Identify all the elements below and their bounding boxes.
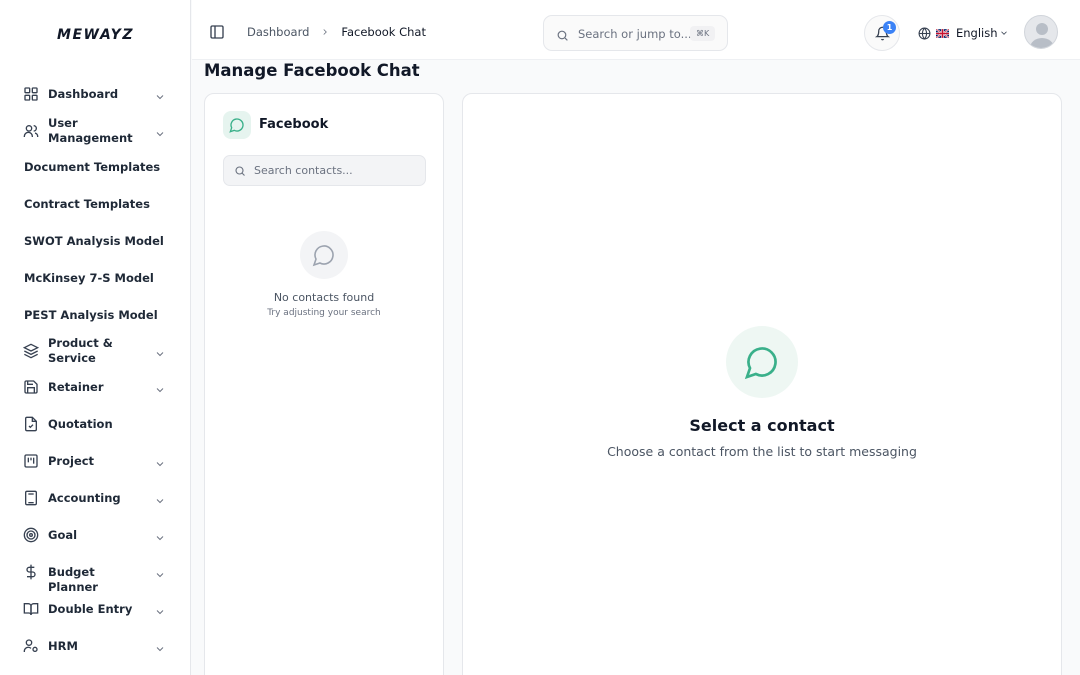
app-logo[interactable]: MEWAYZ [0,0,191,70]
language-selector[interactable]: English [918,24,1009,42]
sidebar-item-double-entry[interactable]: Double Entry [0,599,191,619]
sidebar-item-label: Retainer [48,380,104,394]
logo-text: MEWAYZ [57,27,134,43]
facebook-chat-icon [223,111,251,139]
avatar-placeholder-icon [1030,23,1054,48]
sidebar-item-accounting[interactable]: Accounting [0,488,191,508]
sidebar-item-label: Dashboard [48,87,119,101]
sidebar-item-label: Contract Templates [24,197,150,211]
breadcrumb-current: Facebook Chat [341,25,426,39]
contacts-search-box [223,155,426,186]
contacts-panel: Facebook No contacts found Try adjusting… [204,93,444,675]
layers-icon [23,343,39,359]
sidebar-toggle-icon[interactable] [209,24,225,40]
user-avatar[interactable] [1024,15,1058,49]
sidebar-item-label: Budget Planner [48,565,98,594]
sidebar-item-label: Accounting [48,491,121,505]
file-check-icon [23,416,39,432]
globe-icon [918,27,931,40]
breadcrumb-link-dashboard[interactable]: Dashboard [247,25,309,39]
chevron-down-icon [1000,31,1007,35]
sidebar-item-product-service[interactable]: Product & Service [0,335,191,367]
sidebar-item-label: Double Entry [48,602,133,616]
sidebar-item-label: Goal [48,528,78,542]
sidebar-item-hrm[interactable]: HRM [0,636,191,656]
chevron-down-icon [154,566,166,578]
sidebar-item-retainer[interactable]: Retainer [0,377,191,397]
sidebar-item-swot-analysis[interactable]: SWOT Analysis Model [0,232,191,252]
target-icon [23,527,39,543]
sidebar-item-label: Product & Service [48,336,113,365]
empty-contacts-title: No contacts found [273,291,375,304]
contacts-panel-title: Facebook [259,117,329,132]
sidebar-item-project[interactable]: Project [0,451,191,471]
grid-icon [23,86,39,102]
sidebar-item-document-templates[interactable]: Document Templates [0,158,191,178]
global-search[interactable]: Search or jump to... ⌘K [543,15,728,51]
search-icon [235,166,245,176]
page-title: Manage Facebook Chat [204,61,420,80]
search-icon [556,27,569,41]
chat-empty-title: Select a contact [689,416,835,435]
book-icon [23,601,39,617]
select-contact-chat-icon [726,326,798,398]
sidebar-item-label: PEST Analysis Model [24,308,158,322]
sidebar-item-label: SWOT Analysis Model [24,234,164,248]
chevron-down-icon [154,455,166,467]
breadcrumb: Dashboard Facebook Chat [247,25,426,39]
chat-panel: Select a contact Choose a contact from t… [462,93,1062,675]
empty-contacts-subtitle: Try adjusting your search [267,308,381,318]
chevron-down-icon [154,88,166,100]
sidebar-item-label: McKinsey 7-S Model [24,271,154,285]
sidebar-item-label: HRM [48,639,78,653]
sidebar-item-contract-templates[interactable]: Contract Templates [0,195,191,215]
chevron-down-icon [154,345,166,357]
chevron-down-icon [154,603,166,615]
top-header: Dashboard Facebook Chat Search or jump t… [192,0,1080,60]
chevron-down-icon [154,492,166,504]
chat-empty-subtitle: Choose a contact from the list to start … [607,444,917,459]
empty-contacts-chat-icon [300,231,348,279]
users-icon [23,123,39,139]
notification-count-badge: 1 [883,21,896,34]
sidebar-item-label: Document Templates [24,160,161,174]
calculator-icon [23,490,39,506]
sidebar-item-budget-planner[interactable]: Budget Planner [0,562,191,594]
sidebar-item-quotation[interactable]: Quotation [0,414,191,434]
global-search-placeholder: Search or jump to... [578,27,692,41]
sidebar-item-pest-analysis[interactable]: PEST Analysis Model [0,306,191,326]
language-label: English [956,26,998,40]
sidebar-item-goal[interactable]: Goal [0,525,191,545]
dollar-icon [23,564,39,580]
sidebar-item-dashboard[interactable]: Dashboard [0,84,191,104]
chevron-down-icon [154,381,166,393]
chevron-down-icon [154,529,166,541]
search-shortcut-hint: ⌘K [690,26,716,41]
sidebar-item-label: Project [48,454,95,468]
sidebar-item-mckinsey-7s[interactable]: McKinsey 7-S Model [0,269,191,289]
uk-flag-icon [936,28,949,38]
contacts-search-input[interactable] [254,156,419,185]
chevron-right-icon [320,27,330,37]
notifications-button[interactable]: 1 [864,15,900,51]
sidebar-item-label: Quotation [48,417,113,431]
chevron-down-icon [154,125,166,137]
chevron-down-icon [154,640,166,652]
kanban-icon [23,453,39,469]
sidebar-item-label: User Management [48,116,133,145]
save-icon [23,379,39,395]
user-cog-icon [23,638,39,654]
sidebar-item-user-management[interactable]: User Management [0,115,191,147]
sidebar: MEWAYZ Dashboard User Management Documen… [0,0,191,675]
